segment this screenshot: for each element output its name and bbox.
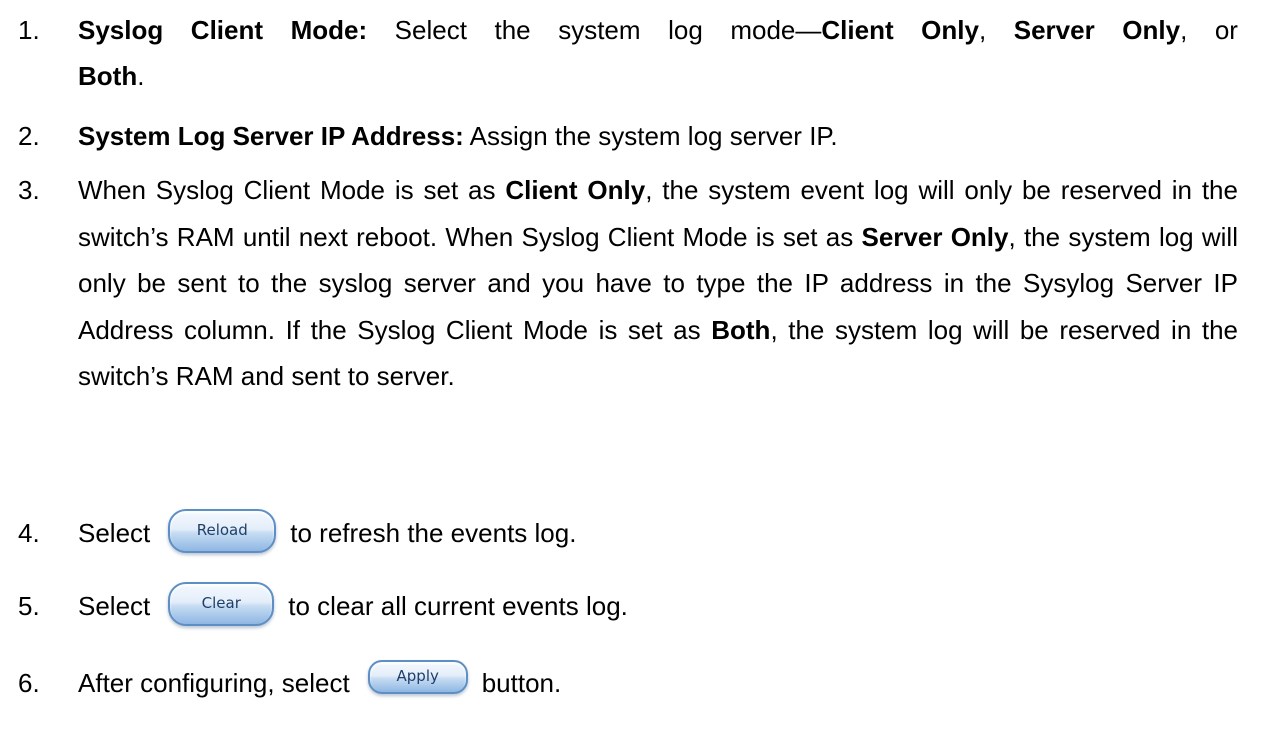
item-number: 1. — [18, 15, 40, 45]
item-title: System Log Server IP Address: — [78, 121, 464, 151]
apply-button[interactable]: Apply — [367, 660, 468, 695]
item-number: 3. — [18, 175, 40, 205]
item-number: 6. — [18, 668, 40, 698]
reload-button[interactable]: Reload — [168, 509, 277, 554]
item-body: After configuring, select Apply button. — [78, 660, 1238, 706]
clear-button[interactable]: Clear — [168, 582, 275, 627]
item-body: Select Clear to clear all current events l… — [78, 582, 1238, 630]
item-body: System Log Server IP Address: Assign the… — [78, 121, 838, 151]
item-number: 2. — [18, 121, 40, 151]
item-number: 5. — [18, 591, 40, 621]
item-title: Syslog Client Mode: — [78, 15, 368, 45]
item-body: Select Reload to refresh the events log. — [78, 509, 1238, 557]
item-number: 4. — [18, 518, 40, 548]
item-body: When Syslog Client Mode is set as Client… — [78, 175, 1238, 391]
item-body: Syslog Client Mode: Select the system lo… — [78, 15, 1238, 91]
